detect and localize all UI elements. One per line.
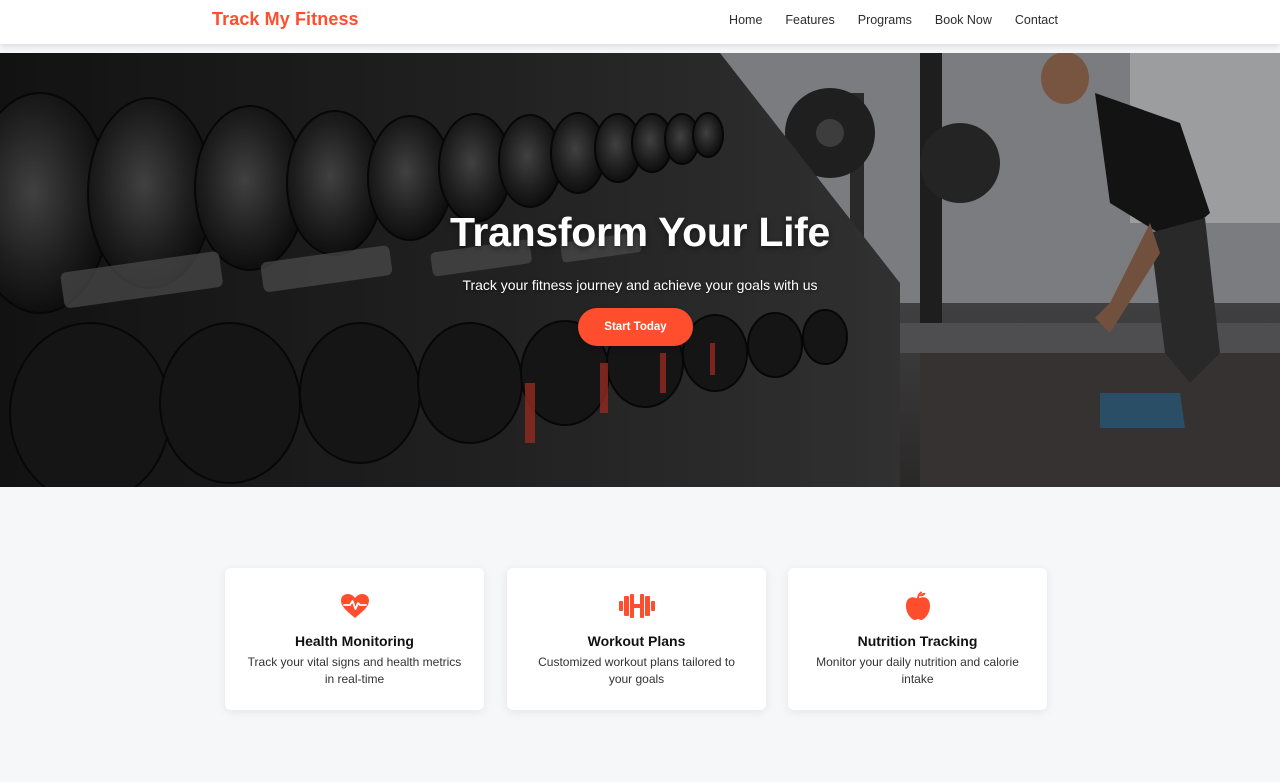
feature-title: Workout Plans — [587, 633, 686, 649]
features-section: Health Monitoring Track your vital signs… — [0, 487, 1280, 782]
hero-title: Transform Your Life — [449, 209, 831, 255]
hero-content: Transform Your Life Track your fitness j… — [0, 53, 1280, 487]
nav-link-contact[interactable]: Contact — [1015, 13, 1058, 27]
dumbbell-icon — [507, 591, 766, 621]
feature-title: Nutrition Tracking — [857, 633, 978, 649]
nav-link-features[interactable]: Features — [785, 13, 834, 27]
hero-subtitle: Track your fitness journey and achieve y… — [462, 277, 818, 293]
heartbeat-icon — [225, 591, 484, 621]
nav-link-home[interactable]: Home — [729, 13, 762, 27]
brand-logo[interactable]: Track My Fitness — [212, 9, 359, 30]
start-today-button[interactable]: Start Today — [578, 308, 693, 346]
feature-card-workout-plans: Workout Plans Customized workout plans t… — [507, 568, 766, 710]
feature-description: Customized workout plans tailored to you… — [538, 655, 735, 686]
feature-description: Monitor your daily nutrition and calorie… — [816, 655, 1019, 686]
feature-card-nutrition-tracking: Nutrition Tracking Monitor your daily nu… — [788, 568, 1047, 710]
navbar: Track My Fitness Home Features Programs … — [0, 0, 1280, 44]
nav-link-programs[interactable]: Programs — [858, 13, 912, 27]
feature-title: Health Monitoring — [295, 633, 414, 649]
feature-card-health-monitoring: Health Monitoring Track your vital signs… — [225, 568, 484, 710]
nav-link-book-now[interactable]: Book Now — [935, 13, 992, 27]
feature-description: Track your vital signs and health metric… — [247, 655, 462, 686]
apple-icon — [788, 591, 1047, 621]
hero-section: Transform Your Life Track your fitness j… — [0, 53, 1280, 487]
nav-links: Home Features Programs Book Now Contact — [729, 13, 1058, 27]
